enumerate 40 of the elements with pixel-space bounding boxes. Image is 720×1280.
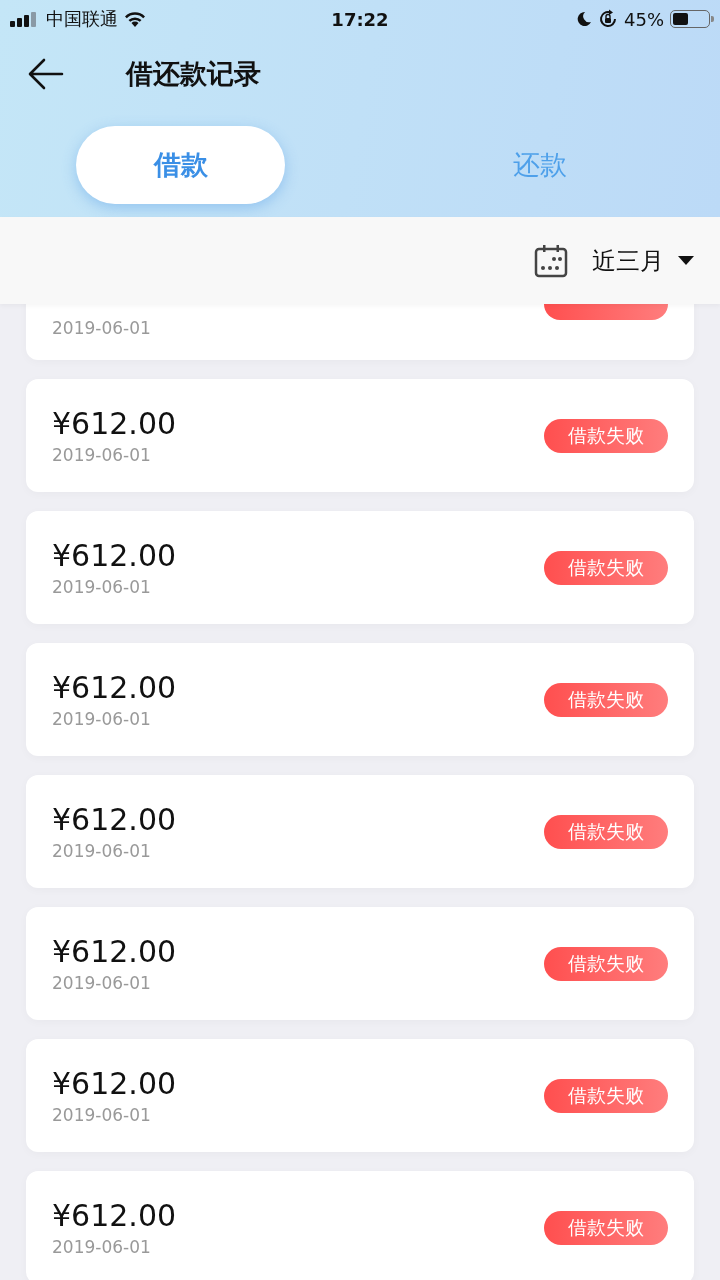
status-badge: 借款失败 — [544, 682, 668, 717]
status-badge: 借款失败 — [544, 550, 668, 585]
status-badge: 借款失败 — [544, 1078, 668, 1113]
record-date: 2019-06-01 — [52, 709, 152, 729]
record-card[interactable]: ¥612.00 2019-06-01 借款失败 — [26, 511, 694, 624]
record-amount: ¥612.00 — [52, 670, 177, 705]
range-dropdown[interactable]: 近三月 — [592, 244, 694, 277]
status-badge: 借款失败 — [544, 814, 668, 849]
record-card[interactable]: ¥612.00 2019-06-01 借款失败 — [26, 775, 694, 888]
record-amount: ¥612.00 — [52, 1066, 177, 1101]
rotation-lock-icon — [598, 9, 618, 29]
page-title: 借还款记录 — [126, 57, 261, 91]
record-date: 2019-06-01 — [52, 841, 152, 861]
caret-icon — [678, 255, 694, 266]
back-arrow-icon[interactable] — [28, 58, 64, 90]
record-amount: ¥612.00 — [52, 1198, 177, 1233]
battery-percent: 45% — [624, 8, 664, 30]
carrier-name: 中国联通 — [46, 7, 118, 31]
record-date: 2019-06-01 — [52, 973, 152, 993]
record-amount: ¥612.00 — [52, 538, 177, 573]
moon-icon — [576, 11, 592, 27]
record-date: 2019-06-01 — [52, 445, 152, 465]
record-amount: ¥612.00 — [52, 802, 177, 837]
record-date: 2019-06-01 — [52, 318, 151, 338]
record-date: 2019-06-01 — [52, 1105, 152, 1125]
status-badge: 借款失败 — [544, 418, 668, 453]
calendar-icon[interactable] — [534, 243, 568, 278]
record-card[interactable]: ¥612.00 2019-06-01 借款失败 — [26, 379, 694, 492]
record-card[interactable]: ¥612.00 2019-06-01 借款失败 — [26, 1171, 694, 1280]
record-date: 2019-06-01 — [52, 577, 152, 597]
record-card[interactable]: ¥612.00 2019-06-01 借款失败 — [26, 907, 694, 1020]
record-amount: ¥612.00 — [52, 406, 177, 441]
record-card[interactable]: ¥612.00 2019-06-01 借款失败 — [26, 643, 694, 756]
clock-time: 17:22 — [331, 8, 389, 30]
status-badge: 借款失败 — [544, 946, 668, 981]
record-date: 2019-06-01 — [52, 1237, 152, 1257]
record-card[interactable]: ¥612.00 2019-06-01 借款失败 — [26, 1039, 694, 1152]
wifi-icon — [124, 11, 146, 27]
record-amount: ¥612.00 — [52, 934, 177, 969]
status-badge: 借款失败 — [544, 1210, 668, 1245]
